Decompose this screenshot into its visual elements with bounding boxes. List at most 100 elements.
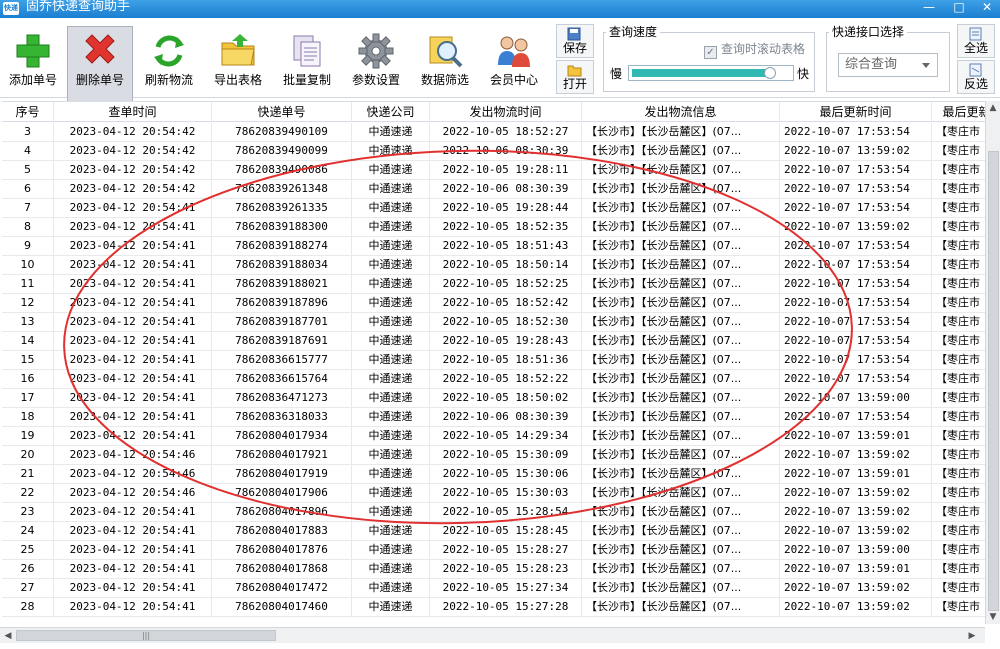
table-cell: 2023-04-12 20:54:42 <box>54 123 212 142</box>
column-header[interactable]: 发出物流信息 <box>582 102 780 122</box>
table-cell: 2022-10-05 18:52:27 <box>430 123 582 142</box>
table-row[interactable]: 16 2023-04-12 20:54:41 78620836615764 中通速递 2… <box>2 370 986 389</box>
table-cell: 78620839261348 <box>212 180 352 199</box>
table-cell: 2022-10-05 15:30:03 <box>430 484 582 503</box>
table-row[interactable]: 23 2023-04-12 20:54:41 78620804017896 中通速递 2… <box>2 503 986 522</box>
table-cell: 78620839490099 <box>212 142 352 161</box>
table-row[interactable]: 3 2023-04-12 20:54:42 78620839490109 中通速递 20… <box>2 123 986 142</box>
table-cell: 2023-04-12 20:54:46 <box>54 446 212 465</box>
scroll-table-checkbox-label: 查询时滚动表格 <box>721 42 806 56</box>
table-cell: 2023-04-12 20:54:41 <box>54 313 212 332</box>
minimize-icon[interactable]: — <box>916 0 942 16</box>
table-row[interactable]: 13 2023-04-12 20:54:41 78620839187701 中通速递 2… <box>2 313 986 332</box>
refresh-logistics-button[interactable]: 刷新物流 <box>136 26 202 106</box>
table-row[interactable]: 8 2023-04-12 20:54:41 78620839188300 中通速递 20… <box>2 218 986 237</box>
column-header[interactable]: 查单时间 <box>54 102 212 122</box>
open-button[interactable]: 打开 <box>556 60 594 94</box>
column-header[interactable]: 序号 <box>2 102 54 122</box>
scroll-down-icon[interactable]: ▼ <box>986 610 1000 624</box>
scroll-right-icon[interactable]: ▶ <box>965 629 979 643</box>
speed-slider-thumb[interactable] <box>764 67 776 79</box>
table-row[interactable]: 28 2023-04-12 20:54:41 78620804017460 中通速递 2… <box>2 598 986 617</box>
close-icon[interactable]: ✕ <box>974 0 1000 16</box>
column-header[interactable]: 快递单号 <box>212 102 352 122</box>
table-cell: 中通速递 <box>352 503 430 522</box>
select-all-button[interactable]: 全选 <box>957 24 995 58</box>
table-row[interactable]: 10 2023-04-12 20:54:41 78620839188034 中通速递 2… <box>2 256 986 275</box>
table-row[interactable]: 7 2023-04-12 20:54:41 78620839261335 中通速递 20… <box>2 199 986 218</box>
table-row[interactable]: 17 2023-04-12 20:54:41 78620836471273 中通速递 2… <box>2 389 986 408</box>
table-row[interactable]: 25 2023-04-12 20:54:41 78620804017876 中通速递 2… <box>2 541 986 560</box>
table-cell: 28 <box>2 598 54 617</box>
table-cell: 78620839187701 <box>212 313 352 332</box>
data-filter-button[interactable]: 数据筛选 <box>412 26 478 106</box>
table-cell: 4 <box>2 142 54 161</box>
scroll-left-icon[interactable]: ◀ <box>1 629 15 643</box>
table-cell: 【枣庄市 <box>932 313 986 332</box>
vertical-scrollbar[interactable]: ▲ ▼ <box>985 101 1000 624</box>
table-cell: 2022-10-07 13:59:02 <box>780 579 932 598</box>
table-row[interactable]: 20 2023-04-12 20:54:46 78620804017921 中通速递 2… <box>2 446 986 465</box>
table-cell: 2022-10-07 17:53:54 <box>780 275 932 294</box>
save-button[interactable]: 保存 <box>556 24 594 58</box>
table-cell: 2022-10-07 13:59:00 <box>780 389 932 408</box>
column-header[interactable]: 最后更新时间 <box>780 102 932 122</box>
invert-selection-button[interactable]: 反选 <box>957 60 995 94</box>
table-cell: 2022-10-05 19:28:43 <box>430 332 582 351</box>
table-cell: 【枣庄市 <box>932 503 986 522</box>
table-row[interactable]: 18 2023-04-12 20:54:41 78620836318033 中通速递 2… <box>2 408 986 427</box>
table-cell: 2023-04-12 20:54:46 <box>54 484 212 503</box>
table-row[interactable]: 24 2023-04-12 20:54:41 78620804017883 中通速递 2… <box>2 522 986 541</box>
table-cell: 14 <box>2 332 54 351</box>
delete-tracking-button[interactable]: 删除单号 <box>67 26 133 106</box>
table-row[interactable]: 11 2023-04-12 20:54:41 78620839188021 中通速递 2… <box>2 275 986 294</box>
table-row[interactable]: 9 2023-04-12 20:54:41 78620839188274 中通速递 20… <box>2 237 986 256</box>
table-cell: 24 <box>2 522 54 541</box>
export-table-button[interactable]: 导出表格 <box>205 26 271 106</box>
table-cell: 【枣庄市 <box>932 370 986 389</box>
maximize-icon[interactable]: □ <box>946 0 972 16</box>
vertical-scroll-thumb[interactable] <box>988 151 999 611</box>
table-cell: 中通速递 <box>352 598 430 617</box>
scroll-table-checkbox[interactable]: ✓ 查询时滚动表格 <box>704 40 805 59</box>
table-cell: 【枣庄市 <box>932 218 986 237</box>
table-cell: 中通速递 <box>352 522 430 541</box>
table-cell: 中通速递 <box>352 446 430 465</box>
add-tracking-button[interactable]: 添加单号 <box>0 26 66 106</box>
refresh-logistics-label: 刷新物流 <box>144 73 193 87</box>
table-row[interactable]: 21 2023-04-12 20:54:46 78620804017919 中通速递 2… <box>2 465 986 484</box>
horizontal-scroll-thumb[interactable]: ||| <box>16 630 276 641</box>
checkbox-checked-icon: ✓ <box>704 46 717 59</box>
table-row[interactable]: 4 2023-04-12 20:54:42 78620839490099 中通速递 20… <box>2 142 986 161</box>
batch-copy-button[interactable]: 批量复制 <box>274 26 340 106</box>
member-center-button[interactable]: 会员中心 <box>481 26 547 106</box>
horizontal-scrollbar[interactable]: ◀ ||| ▶ <box>0 627 985 643</box>
column-header[interactable]: 快递公司 <box>352 102 430 122</box>
table-cell: 2022-10-07 13:59:02 <box>780 446 932 465</box>
column-header[interactable]: 发出物流时间 <box>430 102 582 122</box>
column-header[interactable]: 最后更新 <box>932 102 986 122</box>
speed-slider[interactable] <box>628 65 794 81</box>
table-cell: 中通速递 <box>352 370 430 389</box>
batch-copy-label: 批量复制 <box>282 73 331 87</box>
table-cell: 2023-04-12 20:54:41 <box>54 351 212 370</box>
members-icon <box>498 36 530 67</box>
table-row[interactable]: 26 2023-04-12 20:54:41 78620804017868 中通速递 2… <box>2 560 986 579</box>
table-row[interactable]: 12 2023-04-12 20:54:41 78620839187896 中通速递 2… <box>2 294 986 313</box>
api-select[interactable]: 综合查询 <box>838 53 938 77</box>
table-row[interactable]: 5 2023-04-12 20:54:42 78620839490086 中通速递 20… <box>2 161 986 180</box>
settings-button[interactable]: 参数设置 <box>343 26 409 106</box>
table-cell: 中通速递 <box>352 199 430 218</box>
table-cell: 【长沙市】【长沙岳麓区】(07... <box>582 294 780 313</box>
table-row[interactable]: 15 2023-04-12 20:54:41 78620836615777 中通速递 2… <box>2 351 986 370</box>
open-label: 打开 <box>562 77 587 91</box>
table-row[interactable]: 6 2023-04-12 20:54:42 78620839261348 中通速递 20… <box>2 180 986 199</box>
table-row[interactable]: 19 2023-04-12 20:54:41 78620804017934 中通速递 2… <box>2 427 986 446</box>
table-row[interactable]: 14 2023-04-12 20:54:41 78620839187691 中通速递 2… <box>2 332 986 351</box>
table-row[interactable]: 27 2023-04-12 20:54:41 78620804017472 中通速递 2… <box>2 579 986 598</box>
table-cell: 中通速递 <box>352 541 430 560</box>
scroll-up-icon[interactable]: ▲ <box>986 101 1000 115</box>
plus-icon <box>16 34 50 68</box>
table-row[interactable]: 22 2023-04-12 20:54:46 78620804017906 中通速递 2… <box>2 484 986 503</box>
table-cell: 2022-10-07 17:53:54 <box>780 237 932 256</box>
